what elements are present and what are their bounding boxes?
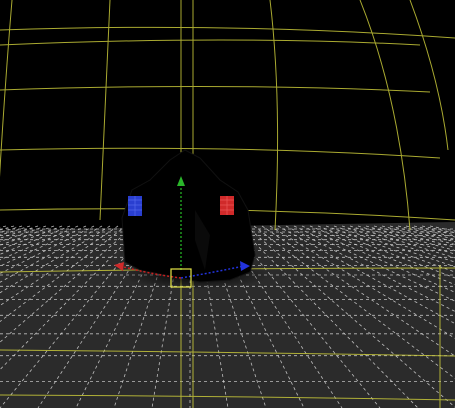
3d-viewport[interactable] [0, 0, 455, 408]
viewport-canvas[interactable] [0, 0, 455, 408]
red-marker[interactable] [220, 196, 234, 215]
blue-marker[interactable] [128, 196, 142, 216]
